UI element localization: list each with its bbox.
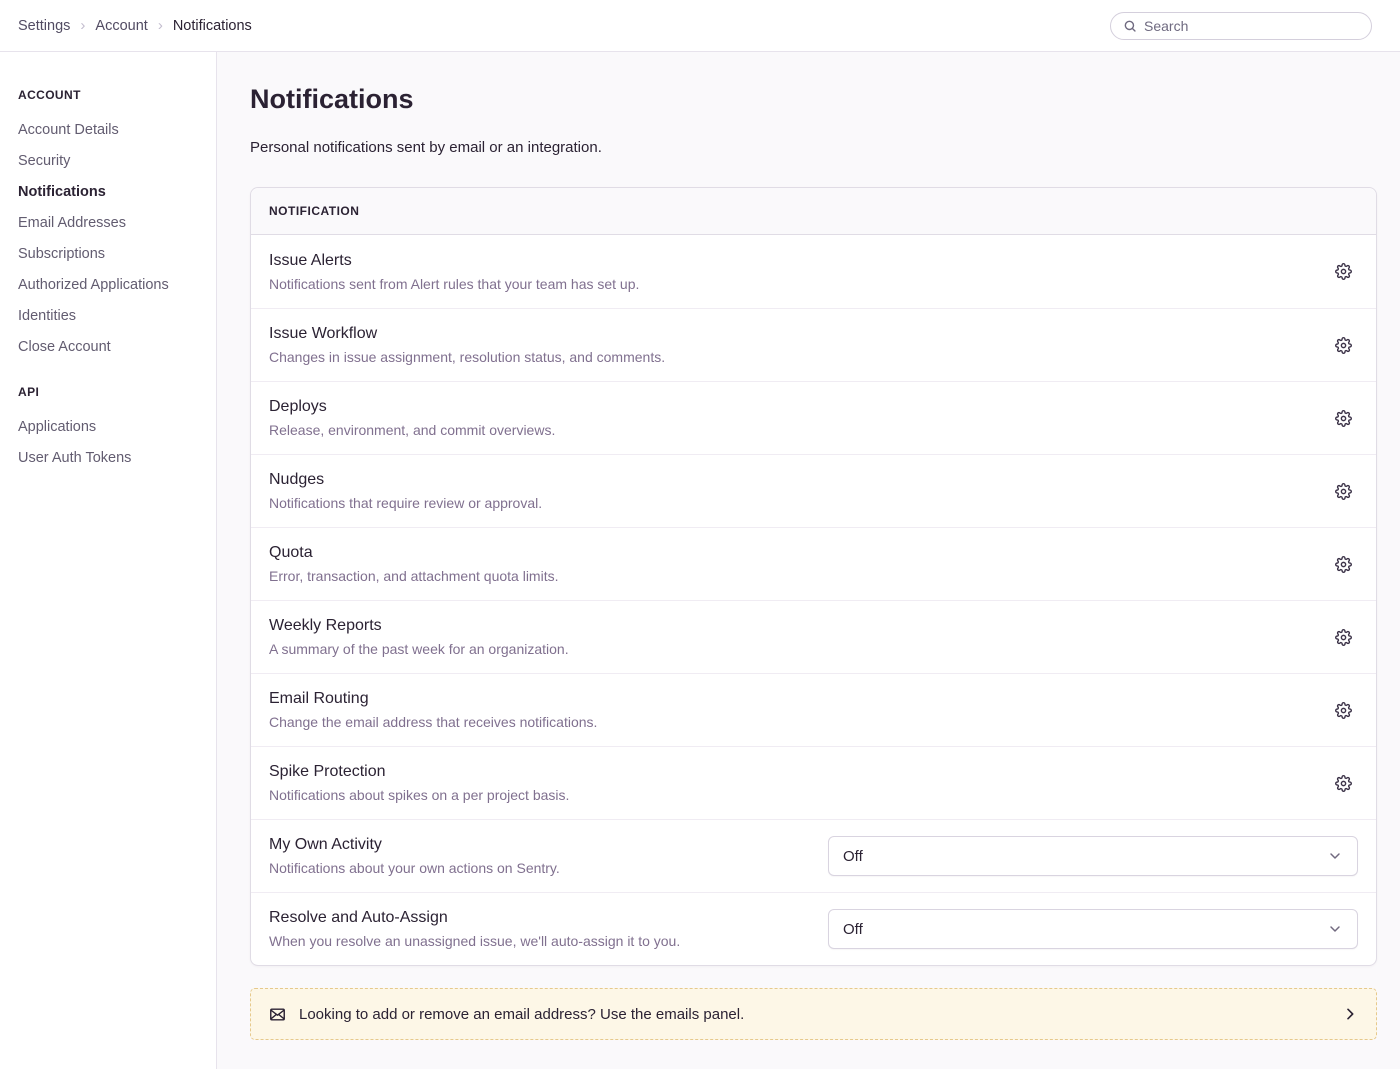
row-text: Weekly Reports A summary of the past week…	[269, 617, 1329, 657]
sidebar-item-email-addresses[interactable]: Email Addresses	[18, 215, 206, 231]
row-title: Nudges	[269, 471, 1329, 489]
gear-icon	[1335, 702, 1352, 719]
gear-icon	[1335, 410, 1352, 427]
panel-rows: Issue Alerts Notifications sent from Aler…	[251, 235, 1376, 965]
row-text: Spike Protection Notifications about spik…	[269, 763, 1329, 803]
page-title: Notifications	[250, 84, 1377, 115]
notification-row-nudges: Nudges Notifications that require review …	[251, 454, 1376, 527]
gear-icon	[1335, 556, 1352, 573]
issue-workflow-settings-button[interactable]	[1329, 331, 1358, 360]
issue-alerts-settings-button[interactable]	[1329, 257, 1358, 286]
gear-icon	[1335, 263, 1352, 280]
row-description: Notifications that require review or app…	[269, 495, 1329, 511]
sidebar-heading-api: API	[18, 385, 206, 399]
row-title: Issue Workflow	[269, 325, 1329, 343]
chevron-down-icon	[1327, 848, 1343, 864]
gear-icon	[1335, 629, 1352, 646]
sidebar-item-subscriptions[interactable]: Subscriptions	[18, 246, 206, 262]
row-description: Change the email address that receives n…	[269, 714, 1329, 730]
row-description: Changes in issue assignment, resolution …	[269, 349, 1329, 365]
row-description: Notifications about spikes on a per proj…	[269, 787, 1329, 803]
row-description: Error, transaction, and attachment quota…	[269, 568, 1329, 584]
notifications-panel: NOTIFICATION Issue Alerts Notifications s…	[250, 187, 1377, 966]
notification-row-quota: Quota Error, transaction, and attachment …	[251, 527, 1376, 600]
select-value: Off	[843, 848, 863, 865]
banner-text: Looking to add or remove an email addres…	[299, 1006, 1329, 1023]
breadcrumb-separator-icon: ›	[80, 17, 85, 34]
row-title: Deploys	[269, 398, 1329, 416]
row-title: Spike Protection	[269, 763, 1329, 781]
quota-settings-button[interactable]	[1329, 550, 1358, 579]
main-content: Notifications Personal notifications sen…	[217, 52, 1400, 1069]
sidebar-item-identities[interactable]: Identities	[18, 308, 206, 324]
page-subtitle: Personal notifications sent by email or …	[250, 139, 1377, 156]
sidebar-item-notifications[interactable]: Notifications	[18, 184, 206, 200]
sidebar: ACCOUNT Account Details Security Notificati…	[0, 52, 217, 1069]
gear-icon	[1335, 337, 1352, 354]
topbar: Settings › Account › Notifications	[0, 0, 1400, 52]
notification-row-email-routing: Email Routing Change the email address th…	[251, 673, 1376, 746]
spike-protection-settings-button[interactable]	[1329, 769, 1358, 798]
notification-row-spike-protection: Spike Protection Notifications about spik…	[251, 746, 1376, 819]
breadcrumb-settings[interactable]: Settings	[18, 18, 70, 34]
row-description: A summary of the past week for an organi…	[269, 641, 1329, 657]
row-title: Quota	[269, 544, 1329, 562]
panel-header: NOTIFICATION	[251, 188, 1376, 235]
row-description: When you resolve an unassigned issue, we…	[269, 933, 828, 949]
sidebar-item-security[interactable]: Security	[18, 153, 206, 169]
row-title: Weekly Reports	[269, 617, 1329, 635]
notification-row-my-own-activity: My Own Activity Notifications about your …	[251, 819, 1376, 892]
sidebar-item-authorized-applications[interactable]: Authorized Applications	[18, 277, 206, 293]
notification-row-resolve-and-auto-assign: Resolve and Auto-Assign When you resolve …	[251, 892, 1376, 965]
search-box[interactable]	[1110, 12, 1372, 40]
row-description: Notifications sent from Alert rules that…	[269, 276, 1329, 292]
chevron-down-icon	[1327, 921, 1343, 937]
row-title: Issue Alerts	[269, 252, 1329, 270]
notification-row-issue-alerts: Issue Alerts Notifications sent from Aler…	[251, 235, 1376, 308]
my-own-activity-select[interactable]: Off	[828, 836, 1358, 876]
breadcrumb-account[interactable]: Account	[95, 18, 147, 34]
row-text: Email Routing Change the email address th…	[269, 690, 1329, 730]
notification-row-deploys: Deploys Release, environment, and commit …	[251, 381, 1376, 454]
sidebar-item-close-account[interactable]: Close Account	[18, 339, 206, 355]
breadcrumb: Settings › Account › Notifications	[18, 17, 252, 34]
sidebar-item-user-auth-tokens[interactable]: User Auth Tokens	[18, 450, 206, 466]
sidebar-section-account: ACCOUNT Account Details Security Notificati…	[18, 88, 206, 355]
row-text: Resolve and Auto-Assign When you resolve …	[269, 909, 828, 949]
row-text: My Own Activity Notifications about your …	[269, 836, 828, 876]
row-title: Email Routing	[269, 690, 1329, 708]
sidebar-section-api: API Applications User Auth Tokens	[18, 385, 206, 466]
row-text: Issue Alerts Notifications sent from Aler…	[269, 252, 1329, 292]
gear-icon	[1335, 483, 1352, 500]
weekly-reports-settings-button[interactable]	[1329, 623, 1358, 652]
search-input[interactable]	[1144, 18, 1359, 34]
sidebar-item-applications[interactable]: Applications	[18, 419, 206, 435]
row-text: Nudges Notifications that require review …	[269, 471, 1329, 511]
row-title: Resolve and Auto-Assign	[269, 909, 828, 927]
notification-row-issue-workflow: Issue Workflow Changes in issue assignmen…	[251, 308, 1376, 381]
nudges-settings-button[interactable]	[1329, 477, 1358, 506]
emails-banner[interactable]: Looking to add or remove an email addres…	[250, 988, 1377, 1040]
row-text: Quota Error, transaction, and attachment …	[269, 544, 1329, 584]
chevron-right-icon	[1342, 1006, 1358, 1022]
row-description: Notifications about your own actions on …	[269, 860, 828, 876]
resolve-and-auto-assign-select[interactable]: Off	[828, 909, 1358, 949]
notification-row-weekly-reports: Weekly Reports A summary of the past week…	[251, 600, 1376, 673]
email-routing-settings-button[interactable]	[1329, 696, 1358, 725]
gear-icon	[1335, 775, 1352, 792]
breadcrumb-separator-icon: ›	[158, 17, 163, 34]
breadcrumb-notifications: Notifications	[173, 18, 252, 34]
row-description: Release, environment, and commit overvie…	[269, 422, 1329, 438]
row-text: Deploys Release, environment, and commit …	[269, 398, 1329, 438]
row-text: Issue Workflow Changes in issue assignmen…	[269, 325, 1329, 365]
deploys-settings-button[interactable]	[1329, 404, 1358, 433]
sidebar-heading-account: ACCOUNT	[18, 88, 206, 102]
sidebar-item-account-details[interactable]: Account Details	[18, 122, 206, 138]
select-value: Off	[843, 921, 863, 938]
search-icon	[1123, 19, 1137, 33]
row-title: My Own Activity	[269, 836, 828, 854]
envelope-icon	[269, 1006, 286, 1023]
